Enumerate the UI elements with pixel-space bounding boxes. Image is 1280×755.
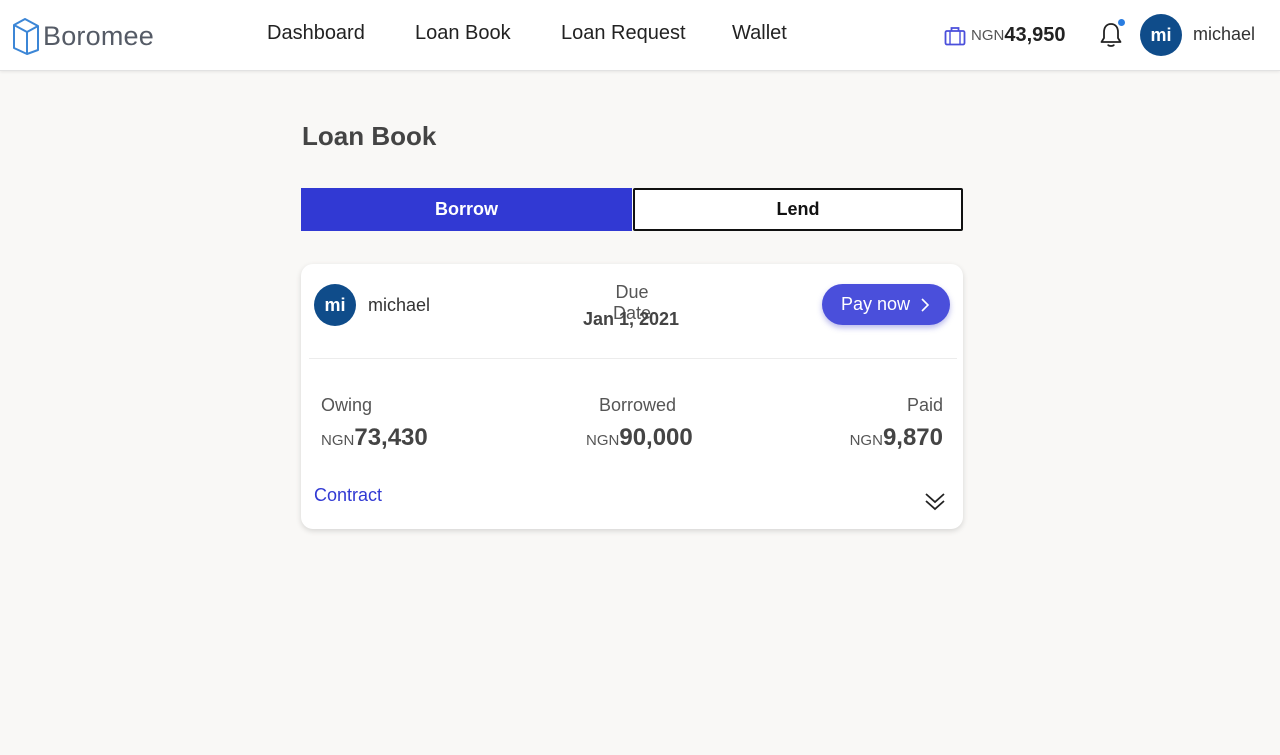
owing-label: Owing [321,395,373,415]
username[interactable]: michael [1193,24,1255,45]
card-divider [309,358,957,359]
nav-dashboard[interactable]: Dashboard [267,22,365,45]
tab-lend[interactable]: Lend [633,188,963,231]
owing-currency: NGN [321,432,355,449]
paid-label: Paid [906,395,943,415]
brand-logo[interactable]: Boromee [11,16,154,56]
due-date-value: Jan 1, 2021 [582,309,680,329]
chevron-right-icon [921,297,930,312]
borrowed-label: Borrowed [599,395,677,415]
borrowed-currency: NGN [586,432,620,449]
notification-dot [1118,19,1125,26]
borrowed-amount: 90,000 [619,424,693,451]
tab-borrow[interactable]: Borrow [301,188,632,231]
briefcase-icon [944,26,966,45]
user-avatar[interactable]: mi [1140,14,1182,56]
pay-now-button[interactable]: Pay now [822,284,950,325]
paid-currency: NGN [849,432,883,449]
borrower-name: michael [368,295,431,315]
owing-value: NGN73,430 [321,424,428,452]
boromee-box-logo-icon [13,18,39,55]
page-title: Loan Book [302,121,437,151]
nav-loan-book[interactable]: Loan Book [415,22,511,45]
double-chevron-down-icon[interactable] [923,490,947,514]
top-navbar: Boromee Dashboard Loan Book Loan Request… [0,0,1280,71]
wallet-balance[interactable]: NGN 43,950 [944,24,1066,47]
owing-amount: 73,430 [354,424,428,451]
nav-wallet[interactable]: Wallet [732,22,787,45]
wallet-currency: NGN [971,27,1005,44]
contract-link[interactable]: Contract [314,485,382,506]
paid-value: NGN9,870 [850,424,943,452]
borrower-avatar: mi [314,284,356,326]
brand-name: Boromee [43,20,154,51]
loan-card: mi michael Due Date Jan 1, 2021 Pay now … [301,264,963,529]
borrowed-value: NGN90,000 [586,424,693,452]
nav-loan-request[interactable]: Loan Request [561,22,686,45]
pay-now-label: Pay now [840,294,911,314]
wallet-amount: 43,950 [1004,24,1066,46]
paid-amount: 9,870 [882,424,943,451]
